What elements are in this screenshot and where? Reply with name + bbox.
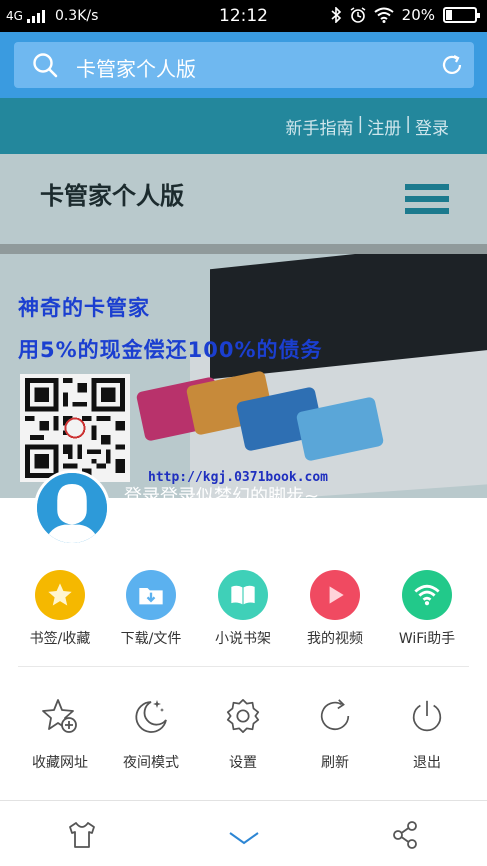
night-mode-label: 夜间模式: [123, 755, 179, 771]
alarm-icon: [350, 7, 366, 23]
novel-shelf-button[interactable]: 小说书架: [198, 570, 288, 648]
battery-percent: 20%: [401, 6, 435, 24]
battery-icon: [443, 7, 480, 23]
moon-icon: [129, 694, 173, 738]
reload-icon[interactable]: [440, 53, 464, 77]
settings-button[interactable]: 设置: [198, 694, 288, 772]
night-mode-button[interactable]: 夜间模式: [106, 694, 196, 772]
status-bar: 4G 0.3K/s 12:12 20%: [0, 0, 487, 32]
avatar[interactable]: [34, 470, 110, 546]
link-login[interactable]: 登录: [415, 114, 449, 139]
bookmarks-label: 书签/收藏: [29, 631, 91, 647]
search-input[interactable]: 卡管家个人版: [76, 53, 196, 82]
link-guide[interactable]: 新手指南: [286, 114, 354, 139]
star-icon: [35, 570, 85, 620]
downloads-label: 下载/文件: [120, 631, 182, 647]
banner-slogan-1: 神奇的卡管家: [18, 296, 150, 320]
wifi-status-icon: [374, 7, 394, 23]
site-title: 卡管家个人版: [40, 182, 184, 210]
add-bookmark-button[interactable]: 收藏网址: [15, 694, 105, 772]
bottom-bar: [0, 801, 487, 866]
promo-banner[interactable]: 神奇的卡管家 用5%的现金偿还100%的债务 http://kgj.0371bo…: [0, 244, 487, 498]
login-prompt[interactable]: 登录登录似梦幻的脚步~: [124, 482, 319, 508]
banner-slogan-2: 用5%的现金偿还100%的债务: [18, 338, 323, 362]
star-add-icon: [38, 694, 82, 738]
search-bar[interactable]: 卡管家个人版: [14, 42, 474, 88]
refresh-label: 刷新: [321, 755, 349, 771]
refresh-button[interactable]: 刷新: [290, 694, 380, 772]
link-separator: |: [405, 114, 411, 134]
web-page: 新手指南 | 注册 | 登录 卡管家个人版 神奇的卡管家 用5%的现金偿还100…: [0, 98, 487, 498]
site-topbar: 新手指南 | 注册 | 登录: [0, 98, 487, 154]
gear-icon: [221, 694, 265, 738]
divider: [18, 666, 469, 667]
downloads-button[interactable]: 下载/文件: [106, 570, 196, 648]
wifi-assistant-label: WiFi助手: [398, 631, 456, 647]
videos-button[interactable]: 我的视频: [290, 570, 380, 648]
site-header: 卡管家个人版: [0, 154, 487, 244]
tshirt-icon[interactable]: [66, 819, 98, 851]
refresh-icon: [313, 694, 357, 738]
novel-shelf-label: 小说书架: [215, 631, 271, 647]
top-links: 新手指南 | 注册 | 登录: [286, 114, 449, 139]
exit-button[interactable]: 退出: [382, 694, 472, 772]
link-register[interactable]: 注册: [367, 114, 401, 139]
wifi-icon: [402, 570, 452, 620]
add-bookmark-label: 收藏网址: [32, 755, 88, 771]
play-icon: [310, 570, 360, 620]
settings-label: 设置: [229, 755, 257, 771]
wifi-assistant-button[interactable]: WiFi助手: [382, 570, 472, 648]
address-bar-container: 卡管家个人版: [0, 32, 487, 98]
videos-label: 我的视频: [307, 631, 363, 647]
quick-access-row: 书签/收藏 下载/文件 小说书架 我的视频 WiFi助手: [0, 570, 487, 662]
link-separator: |: [357, 114, 364, 134]
power-icon: [405, 694, 449, 738]
chevron-down-icon[interactable]: [228, 823, 260, 855]
qr-code-image: [20, 374, 130, 482]
download-folder-icon: [126, 570, 176, 620]
search-icon[interactable]: [32, 52, 58, 78]
share-icon[interactable]: [390, 819, 422, 851]
bluetooth-icon: [331, 7, 341, 23]
bookmarks-button[interactable]: 书签/收藏: [15, 570, 105, 648]
exit-label: 退出: [413, 755, 441, 771]
hamburger-menu-icon[interactable]: [405, 184, 449, 220]
tools-row: 收藏网址 夜间模式 设置 刷新 退出: [0, 694, 487, 774]
book-icon: [218, 570, 268, 620]
